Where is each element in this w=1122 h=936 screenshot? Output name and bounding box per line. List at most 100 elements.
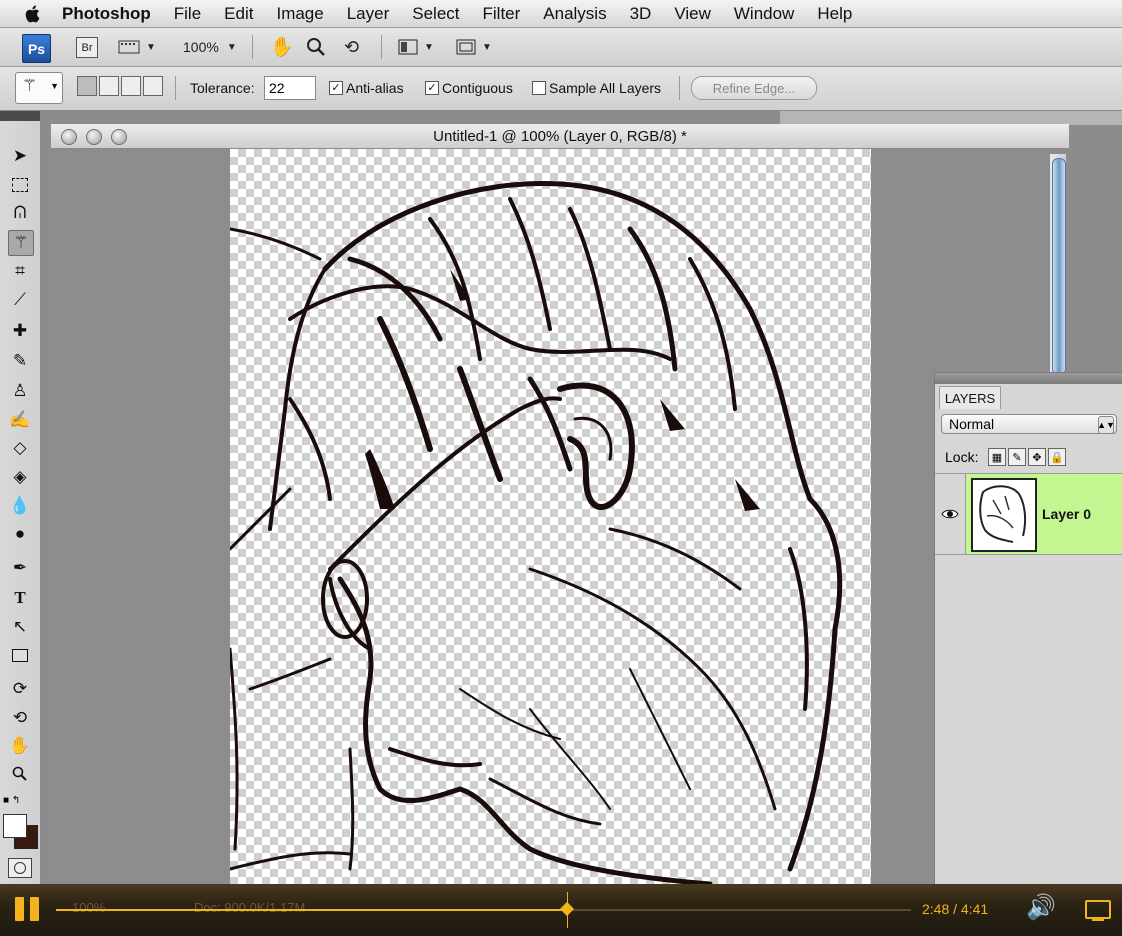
- document-title: Untitled-1 @ 100% (Layer 0, RGB/8) *: [433, 127, 687, 145]
- menu-analysis[interactable]: Analysis: [543, 4, 606, 24]
- magic-wand-tool-icon[interactable]: ⚚: [8, 230, 34, 256]
- playback-time: 2:48 / 4:41: [922, 901, 989, 917]
- sample-all-layers-checkbox[interactable]: Sample All Layers: [532, 80, 661, 96]
- marquee-tool-icon[interactable]: [8, 173, 32, 197]
- layer-visibility-toggle[interactable]: [935, 474, 966, 554]
- eye-icon: [941, 509, 959, 519]
- rotate-view-icon[interactable]: ⟲: [344, 36, 359, 58]
- tolerance-input[interactable]: [264, 76, 316, 100]
- new-selection-icon[interactable]: [77, 76, 97, 96]
- lasso-tool-icon[interactable]: ᕬ: [8, 201, 32, 225]
- swap-colors-icon[interactable]: ■ ↰: [3, 795, 37, 809]
- menu-photoshop[interactable]: Photoshop: [62, 4, 151, 24]
- zoom-tool-icon[interactable]: [8, 762, 32, 786]
- crop-tool-icon[interactable]: ⌗: [8, 259, 32, 283]
- color-swatches[interactable]: [2, 813, 40, 853]
- quick-mask-button[interactable]: [8, 858, 32, 878]
- menu-bar: Photoshop File Edit Image Layer Select F…: [0, 0, 1122, 28]
- zoom-icon[interactable]: [306, 36, 326, 58]
- screen-mode-button[interactable]: ▼: [456, 36, 492, 58]
- menu-view[interactable]: View: [674, 4, 711, 24]
- menu-layer[interactable]: Layer: [347, 4, 390, 24]
- apple-icon[interactable]: [22, 3, 44, 25]
- document-window: Untitled-1 @ 100% (Layer 0, RGB/8) *: [51, 124, 1069, 886]
- menu-3d[interactable]: 3D: [630, 4, 652, 24]
- blend-mode-dropdown[interactable]: Normal ▲▼: [941, 414, 1117, 434]
- lock-transparent-icon[interactable]: ▦: [988, 448, 1006, 466]
- menu-help[interactable]: Help: [817, 4, 852, 24]
- film-icon: [118, 40, 140, 54]
- video-player-controls: 100% Doc: 900.0K/1.17M 2:48 / 4:41 🔊: [0, 884, 1122, 936]
- document-canvas[interactable]: [230, 149, 871, 886]
- menu-filter[interactable]: Filter: [483, 4, 521, 24]
- layers-panel: LAYERS Normal ▲▼ Lock: ▦ ✎ ✥ 🔒 Layer 0: [934, 372, 1122, 888]
- rectangle-tool-icon[interactable]: [8, 643, 32, 667]
- chevron-down-icon: ▼: [50, 81, 59, 91]
- menu-file[interactable]: File: [174, 4, 201, 24]
- hand-icon[interactable]: ✋: [270, 36, 294, 58]
- eyedropper-tool-icon[interactable]: ⟋: [8, 288, 32, 312]
- lock-position-icon[interactable]: ✥: [1028, 448, 1046, 466]
- contiguous-label: Contiguous: [442, 80, 513, 96]
- clone-stamp-tool-icon[interactable]: ♙: [8, 379, 32, 403]
- menu-select[interactable]: Select: [412, 4, 459, 24]
- refine-edge-button[interactable]: Refine Edge...: [691, 76, 817, 100]
- arrange-documents-button[interactable]: ▼: [398, 36, 434, 58]
- application-bar: Ps Br ▼ 100% ▼ ✋ ⟲ ▼ ▼: [0, 28, 1122, 67]
- separator: [252, 35, 253, 59]
- type-tool-icon[interactable]: T: [8, 586, 32, 610]
- view-extras-button[interactable]: ▼: [118, 36, 156, 58]
- pen-tool-icon[interactable]: ✒: [8, 556, 32, 580]
- layer-thumbnail: [971, 478, 1037, 552]
- fullscreen-icon[interactable]: [1085, 900, 1111, 921]
- menu-edit[interactable]: Edit: [224, 4, 253, 24]
- separator: [381, 35, 382, 59]
- paint-bucket-tool-icon[interactable]: ◈: [8, 465, 32, 489]
- blur-tool-icon[interactable]: 💧: [8, 494, 32, 518]
- lock-pixels-icon[interactable]: ✎: [1008, 448, 1026, 466]
- brush-tool-icon[interactable]: ✎: [8, 349, 32, 373]
- hand-tool-icon[interactable]: ✋: [8, 734, 32, 758]
- chevron-down-icon: ▼: [482, 41, 492, 53]
- close-window-button[interactable]: [61, 129, 77, 145]
- chevron-down-icon: ▼: [226, 41, 237, 53]
- zoom-window-button[interactable]: [111, 129, 127, 145]
- chevron-down-icon: ▼: [424, 41, 434, 53]
- foreground-color-swatch[interactable]: [3, 814, 27, 838]
- healing-brush-tool-icon[interactable]: ✚: [8, 319, 32, 343]
- tool-preset-picker[interactable]: ⚚ ▼: [15, 72, 63, 104]
- minimize-window-button[interactable]: [86, 129, 102, 145]
- menu-window[interactable]: Window: [734, 4, 794, 24]
- checkmark-icon: ✓: [329, 81, 343, 95]
- toolbox: ➤ ᕬ ⚚ ⌗ ⟋ ✚ ✎ ♙ ✍ ◇ ◈ 💧 ● ✒ T ↖ ⟳ ⟲ ✋ ■ …: [0, 111, 41, 885]
- layers-panel-header[interactable]: [935, 373, 1122, 384]
- volume-icon[interactable]: 🔊: [1026, 893, 1056, 922]
- 3d-orbit-tool-icon[interactable]: ⟲: [8, 706, 32, 730]
- subtract-from-selection-icon[interactable]: [121, 76, 141, 96]
- anti-alias-checkbox[interactable]: ✓ Anti-alias: [329, 80, 404, 96]
- contiguous-checkbox[interactable]: ✓ Contiguous: [425, 80, 513, 96]
- intersect-selection-icon[interactable]: [143, 76, 163, 96]
- history-brush-tool-icon[interactable]: ✍: [8, 408, 32, 432]
- zoom-level-dropdown[interactable]: 100% ▼: [183, 36, 237, 58]
- blend-mode-value: Normal: [949, 416, 995, 432]
- scrollbar-thumb[interactable]: [1052, 158, 1066, 375]
- path-selection-tool-icon[interactable]: ↖: [8, 615, 32, 639]
- layer-row[interactable]: Layer 0: [935, 473, 1122, 555]
- dodge-tool-icon[interactable]: ●: [8, 522, 32, 546]
- lock-all-icon[interactable]: 🔒: [1048, 448, 1066, 466]
- move-tool-icon[interactable]: ➤: [8, 144, 32, 168]
- chevron-down-icon: ▼: [146, 41, 156, 53]
- toolbox-header[interactable]: [0, 111, 40, 121]
- tab-layers[interactable]: LAYERS: [939, 386, 1001, 409]
- bridge-button[interactable]: Br: [76, 37, 98, 58]
- menu-image[interactable]: Image: [276, 4, 323, 24]
- 3d-rotate-tool-icon[interactable]: ⟳: [8, 677, 32, 701]
- docked-panel-strip: [780, 111, 1122, 125]
- add-to-selection-icon[interactable]: [99, 76, 119, 96]
- eraser-tool-icon[interactable]: ◇: [8, 436, 32, 460]
- pause-button[interactable]: [15, 897, 39, 921]
- seek-handle[interactable]: [559, 901, 575, 917]
- chevron-updown-icon: ▲▼: [1097, 416, 1115, 434]
- document-title-bar[interactable]: Untitled-1 @ 100% (Layer 0, RGB/8) *: [51, 124, 1069, 149]
